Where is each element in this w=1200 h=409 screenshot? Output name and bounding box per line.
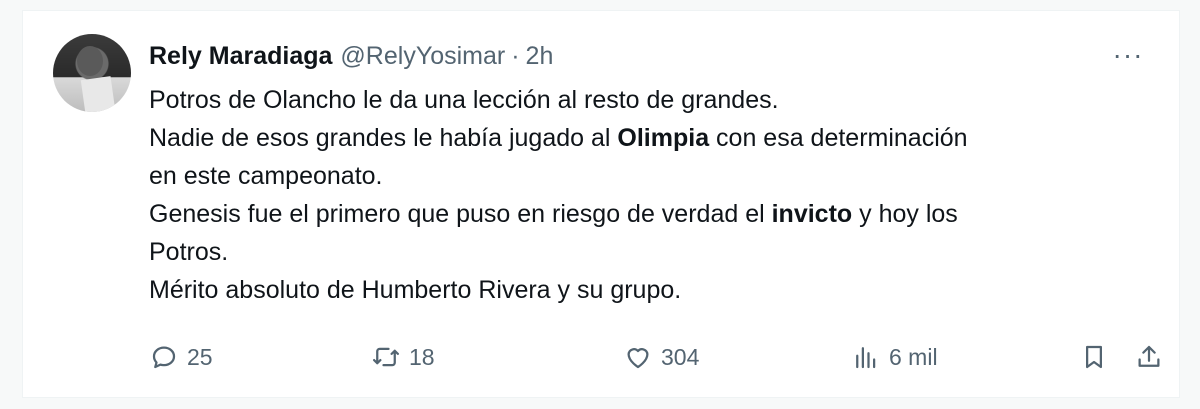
share-upload-icon bbox=[1138, 345, 1160, 367]
retweet-button[interactable]: 18 bbox=[371, 337, 435, 377]
reply-count: 25 bbox=[187, 343, 213, 370]
tweet-line: Nadie de esos grandes le había jugado al… bbox=[149, 119, 1159, 157]
bookmark-icon bbox=[1086, 345, 1102, 369]
views-count: 6 mil bbox=[889, 343, 938, 370]
tweet-text: Potros de Olancho le da una lección al r… bbox=[149, 81, 1159, 309]
avatar-paper bbox=[80, 76, 116, 112]
tweet-card[interactable]: Rely Maradiaga @RelyYosimar · 2h ··· Pot… bbox=[22, 10, 1180, 398]
tweet-text-segment: Potros. bbox=[149, 238, 229, 266]
author-handle[interactable]: @RelyYosimar bbox=[340, 42, 505, 71]
retweet-arrows-icon bbox=[373, 347, 399, 367]
tweet-header: Rely Maradiaga @RelyYosimar · 2h bbox=[149, 41, 553, 71]
avatar-figure bbox=[77, 46, 103, 76]
tweet-line: Potros. bbox=[149, 233, 1159, 271]
bookmark-button[interactable] bbox=[1079, 337, 1117, 377]
author-name[interactable]: Rely Maradiaga bbox=[149, 42, 332, 71]
tweet-line: Genesis fue el primero que puso en riesg… bbox=[149, 195, 1159, 233]
bar-chart-icon bbox=[856, 347, 876, 369]
more-options-icon[interactable]: ··· bbox=[1110, 41, 1146, 69]
bold-text: invicto bbox=[771, 200, 853, 228]
tweet-time[interactable]: 2h bbox=[526, 42, 554, 71]
tweet-text-segment: Mérito absoluto de Humberto Rivera y su … bbox=[149, 276, 682, 304]
like-count: 304 bbox=[661, 343, 700, 370]
retweet-count: 18 bbox=[409, 343, 435, 370]
tweet-line: Potros de Olancho le da una lección al r… bbox=[149, 81, 1159, 119]
tweet-text-segment: en este campeonato. bbox=[149, 162, 383, 190]
tweet-text-segment: Nadie de esos grandes le había jugado al bbox=[149, 124, 618, 152]
tweet-line: Mérito absoluto de Humberto Rivera y su … bbox=[149, 271, 1159, 309]
tweet-text-segment: y hoy los bbox=[852, 200, 958, 228]
tweet-text-segment: con esa determinación bbox=[709, 124, 968, 152]
page-background: Rely Maradiaga @RelyYosimar · 2h ··· Pot… bbox=[0, 0, 1200, 409]
reply-bubble-icon bbox=[152, 346, 176, 369]
header-separator: · bbox=[511, 41, 520, 70]
avatar[interactable] bbox=[53, 34, 131, 112]
heart-icon bbox=[627, 348, 649, 369]
views-button[interactable]: 6 mil bbox=[851, 337, 938, 377]
reply-button[interactable]: 25 bbox=[149, 337, 213, 377]
like-button[interactable]: 304 bbox=[623, 337, 699, 377]
tweet-text-segment: Potros de Olancho le da una lección al r… bbox=[149, 86, 779, 114]
share-button[interactable] bbox=[1134, 337, 1172, 377]
bold-text: Olimpia bbox=[617, 124, 710, 152]
tweet-actions: 25 18 304 6 mil bbox=[149, 337, 1160, 377]
tweet-line: en este campeonato. bbox=[149, 157, 1159, 195]
tweet-text-segment: Genesis fue el primero que puso en riesg… bbox=[149, 200, 772, 228]
